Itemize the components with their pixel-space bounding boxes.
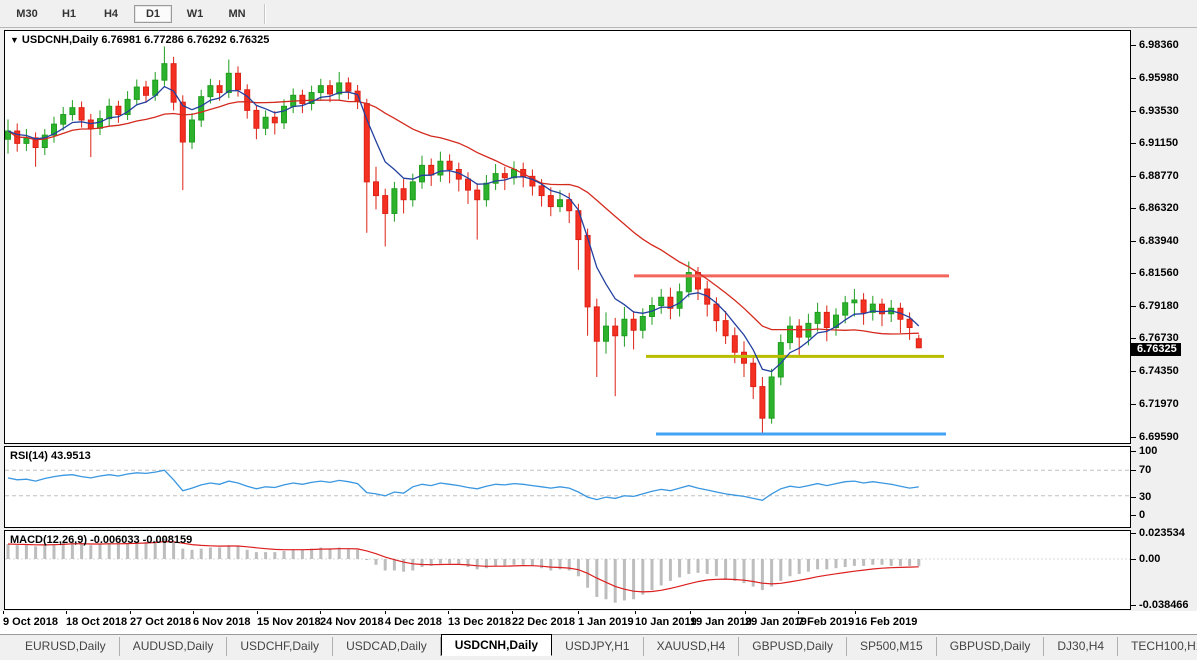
main-chart-canvas[interactable] [5,31,1130,443]
macd-label: MACD(12,26,9) -0.006033 -0.008159 [10,534,193,546]
rsi-indicator-pane: RSI(14) 43.9513 [4,446,1131,528]
price-axis[interactable]: 6.76325 6.98360 6.95980 6.93530 6.91150 6.88… [1131,30,1197,611]
chart-tab-usdcad-daily[interactable]: USDCAD,Daily [333,637,441,656]
ma-fast-line [7,85,920,373]
chart-tab-eurusd-daily[interactable]: EURUSD,Daily [12,637,120,656]
chart-symbol-label: USDCNH,Daily [21,34,99,46]
chart-tab-xauusd-h4[interactable]: XAUUSD,H4 [644,637,740,656]
time-axis-tick [193,611,194,614]
time-axis-tick [798,611,799,614]
time-axis-tick [3,611,4,614]
timeframe-toolbar: M30 H1 H4 D1 W1 MN [0,0,1197,28]
time-axis-label: 22 Dec 2018 [512,616,575,628]
time-axis-tick [578,611,579,614]
ohlc-low: 6.76292 [186,34,227,46]
timeframe-button-d1[interactable]: D1 [134,4,172,23]
time-axis-label: 18 Oct 2018 [66,616,128,628]
chart-tab-usdcnh-daily[interactable]: USDCNH,Daily [440,634,553,656]
rsi-label: RSI(14) 43.9513 [10,450,91,462]
chart-tab-gbpusd-daily[interactable]: GBPUSD,Daily [937,637,1045,656]
time-axis-label: 13 Dec 2018 [448,616,511,628]
time-axis-tick [66,611,67,614]
time-axis-label: 4 Dec 2018 [385,616,442,628]
time-axis-label: 19 Jan 2019 [690,616,752,628]
toolbar-separator [264,3,266,24]
ohlc-close: 6.76325 [229,34,270,46]
main-chart-pane: ▼ USDCNH,Daily 6.76981 6.77286 6.76292 6.7632… [4,30,1131,444]
chart-tab-gbpusd-daily[interactable]: GBPUSD,Daily [739,637,847,656]
time-axis-label: 15 Nov 2018 [257,616,321,628]
time-axis[interactable]: 9 Oct 2018 18 Oct 2018 27 Oct 2018 6 Nov 20… [0,611,1197,634]
chart-tab-audusd-daily[interactable]: AUDUSD,Daily [120,637,228,656]
time-axis-label: 6 Nov 2018 [193,616,251,628]
time-axis-label: 7 Feb 2019 [798,616,855,628]
chart-tab-tech100-h1[interactable]: TECH100,H1 [1118,637,1197,656]
time-axis-tick [745,611,746,614]
ohlc-high: 6.77286 [144,34,184,46]
timeframe-button-mn[interactable]: MN [218,5,256,23]
chart-tab-bar: EURUSD,Daily AUDUSD,Daily USDCHF,Daily USDC… [0,634,1197,656]
time-axis-label: 16 Feb 2019 [855,616,918,628]
time-axis-tick [635,611,636,614]
time-axis-label: 10 Jan 2019 [635,616,697,628]
rsi-canvas[interactable] [5,447,1130,527]
ohlc-open: 6.76981 [101,34,142,46]
time-axis-tick [855,611,856,614]
chart-tab-usdchf-daily[interactable]: USDCHF,Daily [227,637,334,656]
macd-indicator-pane: MACD(12,26,9) -0.006033 -0.008159 [4,530,1131,610]
chart-tab-usdjpy-h1[interactable]: USDJPY,H1 [552,637,644,656]
chart-tab-dj30-h4[interactable]: DJ30,H4 [1044,637,1119,656]
time-axis-label: 1 Jan 2019 [578,616,634,628]
ma-slow-line [7,99,919,335]
timeframe-button-h1[interactable]: H1 [50,5,88,23]
time-axis-label: 9 Oct 2018 [3,616,59,628]
time-axis-tick [257,611,258,614]
timeframe-button-m30[interactable]: M30 [8,5,46,23]
time-axis-tick [512,611,513,614]
symbol-dropdown-icon[interactable]: ▼ [10,35,19,45]
time-axis-tick [320,611,321,614]
time-axis-tick [385,611,386,614]
time-axis-tick [690,611,691,614]
timeframe-button-h4[interactable]: H4 [92,5,130,23]
time-axis-tick [130,611,131,614]
time-axis-label: 27 Oct 2018 [130,616,192,628]
current-price-box: 6.76325 [1131,343,1181,356]
timeframe-button-w1[interactable]: W1 [176,5,214,23]
chart-title: ▼ USDCNH,Daily 6.76981 6.77286 6.76292 6.7632… [10,34,272,46]
chart-tab-sp500-m15[interactable]: SP500,M15 [847,637,937,656]
trading-platform-window: M30 H1 H4 D1 W1 MN ▼ USDCNH,Daily 6.76981 6.7728… [0,0,1197,660]
time-axis-tick [448,611,449,614]
time-axis-label: 24 Nov 2018 [320,616,384,628]
